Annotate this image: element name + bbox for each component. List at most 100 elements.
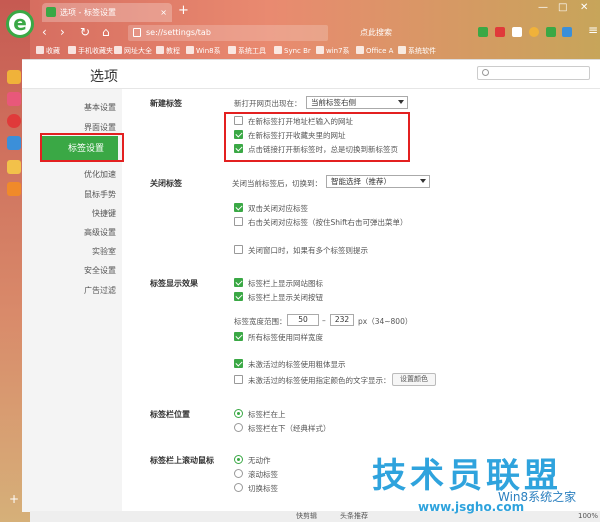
folder-icon [186, 46, 194, 54]
maximize-button[interactable]: □ [558, 2, 567, 13]
bookmark-label: 系统软件 [408, 47, 436, 55]
wheel-scroll-radio[interactable] [234, 469, 243, 478]
switch-after-close-value: 智能选择（推荐） [331, 177, 391, 186]
folder-icon [316, 46, 324, 54]
chevron-down-icon [420, 179, 426, 183]
watermark-url: www.jsgho.com [418, 500, 525, 514]
bar-bottom-radio[interactable] [234, 423, 243, 432]
note-icon[interactable] [7, 160, 21, 174]
set-color-button[interactable]: 设置颜色 [392, 373, 436, 386]
color-inactive-checkbox[interactable] [234, 375, 243, 384]
forward-button[interactable]: › [60, 25, 65, 39]
menu-item-security[interactable]: 安全设置 [84, 265, 116, 276]
settings-page: 选项 基本设置 界面设置 标签设置 优化加速 鼠标手势 快捷键 高级设置 实验室… [22, 59, 600, 512]
bookmark-item[interactable]: Win8系 [186, 44, 221, 58]
menu-item-basic[interactable]: 基本设置 [84, 102, 116, 113]
switch-after-close-label: 关闭当前标签后，切换到： [232, 179, 322, 188]
tab-width-min-input[interactable]: 50 [287, 314, 319, 326]
menu-item-adblock[interactable]: 广告过滤 [84, 285, 116, 296]
bookmark-item[interactable]: 收藏 [36, 44, 60, 58]
tab-settings[interactable]: 选项 - 标签设置 × [42, 3, 172, 22]
bookmark-item[interactable]: Sync Br [274, 44, 311, 58]
minimize-button[interactable]: — [538, 2, 548, 13]
bookmark-item[interactable]: 教程 [156, 44, 180, 58]
open-address-in-new-tab-checkbox[interactable] [234, 116, 243, 125]
double-click-close-checkbox[interactable] [234, 203, 243, 212]
bookmarks-bar: 收藏 手机收藏夹 网址大全 教程 Win8系 系统工具 Sync Br win7… [30, 44, 600, 58]
bar-top-radio[interactable] [234, 409, 243, 418]
bookmark-item[interactable]: Office A [356, 44, 393, 58]
home-button[interactable]: ⌂ [102, 25, 110, 39]
right-click-close-checkbox[interactable] [234, 217, 243, 226]
tab-close-icon[interactable]: × [160, 3, 167, 22]
reader-icon[interactable] [7, 182, 21, 196]
new-tab-button[interactable]: + [178, 3, 189, 18]
tab-favicon-icon [46, 7, 56, 17]
skin-icon[interactable] [545, 27, 556, 37]
option-label: 标签栏在下（经典样式） [248, 424, 331, 433]
switch-after-close-select[interactable]: 智能选择（推荐） [326, 175, 430, 188]
bookmark-item[interactable]: 网址大全 [114, 44, 152, 58]
option-label: 点击链接打开新标签时，总是切换到新标签页 [248, 145, 398, 154]
refresh-button[interactable]: ↻ [80, 25, 90, 39]
folder-icon [274, 46, 282, 54]
section-title-display: 标签显示效果 [150, 279, 198, 288]
show-site-icon-checkbox[interactable] [234, 278, 243, 287]
bookmark-label: 网址大全 [124, 47, 152, 55]
open-favorites-in-new-tab-checkbox[interactable] [234, 130, 243, 139]
add-sidebar-item-icon[interactable]: + [9, 492, 19, 506]
menu-item-optimize[interactable]: 优化加速 [84, 169, 116, 180]
bold-inactive-checkbox[interactable] [234, 359, 243, 368]
close-window-button[interactable]: ✕ [580, 2, 588, 13]
search-icon [482, 69, 489, 76]
bookmark-item[interactable]: 系统工具 [228, 44, 266, 58]
quick-clip-button[interactable]: 快剪辑 [296, 511, 317, 522]
coin-icon[interactable] [528, 27, 539, 37]
toolbar-icons: ≡ [478, 23, 600, 39]
user-icon[interactable] [511, 27, 522, 37]
address-bar[interactable]: se://settings/tab [128, 25, 328, 41]
menu-item-gestures[interactable]: 鼠标手势 [84, 189, 116, 200]
bookmark-item[interactable]: 手机收藏夹 [68, 44, 113, 58]
menu-item-shortcuts[interactable]: 快捷键 [92, 208, 116, 219]
tab-width-separator: – [322, 316, 326, 325]
wheel-none-radio[interactable] [234, 455, 243, 464]
same-width-checkbox[interactable] [234, 332, 243, 341]
apps-icon[interactable] [562, 27, 573, 37]
switch-to-new-tab-checkbox[interactable] [234, 144, 243, 153]
bookmark-item[interactable]: 系统软件 [398, 44, 436, 58]
open-position-select[interactable]: 当前标签右侧 [306, 96, 408, 109]
tab-width-max-input[interactable]: 232 [330, 314, 354, 326]
bookmark-item[interactable]: win7系 [316, 44, 350, 58]
menu-button[interactable]: ≡ [588, 23, 598, 37]
section-title-close-tab: 关闭标签 [150, 179, 182, 188]
bookmark-label: 手机收藏夹 [78, 47, 113, 55]
extension-icon[interactable] [478, 27, 488, 37]
open-position-value: 当前标签右侧 [311, 98, 356, 107]
bookmark-label: win7系 [326, 47, 350, 55]
mail-icon[interactable] [7, 136, 21, 150]
folder-icon [228, 46, 236, 54]
address-text: se://settings/tab [146, 28, 211, 37]
headline-button[interactable]: 头条推荐 [340, 511, 368, 522]
close-window-prompt-checkbox[interactable] [234, 245, 243, 254]
menu-item-interface[interactable]: 界面设置 [84, 122, 116, 133]
folder-icon [398, 46, 406, 54]
show-close-button-checkbox[interactable] [234, 292, 243, 301]
tab-title: 选项 - 标签设置 [60, 8, 116, 17]
menu-item-lab[interactable]: 实验室 [92, 246, 116, 257]
menu-item-advanced[interactable]: 高级设置 [84, 227, 116, 238]
bookmark-label: Office A [366, 47, 394, 55]
highlight-box [40, 133, 124, 162]
back-button[interactable]: ‹ [42, 25, 47, 39]
settings-search-input[interactable] [477, 66, 590, 80]
favorites-icon[interactable] [7, 70, 21, 84]
video-icon[interactable] [7, 92, 21, 106]
shield-icon[interactable] [494, 27, 505, 37]
weibo-icon[interactable] [7, 114, 21, 128]
folder-icon [68, 46, 76, 54]
search-box[interactable]: 点此搜索 [330, 25, 470, 41]
wheel-switch-radio[interactable] [234, 483, 243, 492]
option-label: 未激活过的标签使用粗体显示 [248, 360, 346, 369]
navigation-bar: ‹ › ↻ ⌂ se://settings/tab 点此搜索 ≡ [30, 22, 600, 44]
